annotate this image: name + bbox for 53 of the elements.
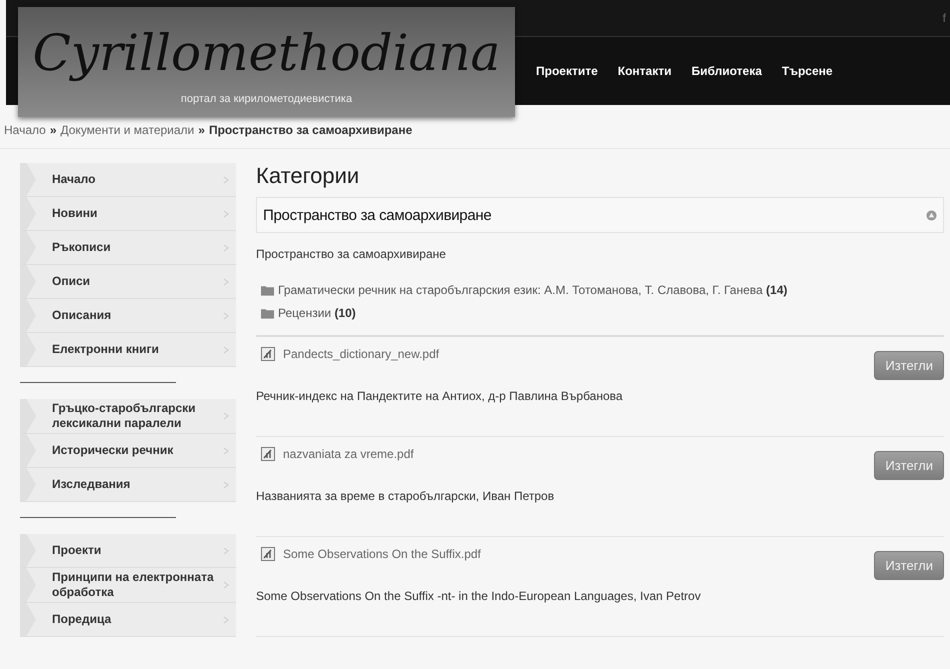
nav-link[interactable]: Библиотека xyxy=(692,64,762,78)
folder-icon xyxy=(261,307,274,319)
collapse-icon[interactable] xyxy=(926,210,937,220)
folder-icon xyxy=(261,284,274,296)
sidebar-item[interactable]: Принципи на електронната обработка xyxy=(20,568,236,603)
chevron-icon xyxy=(222,614,230,624)
sidebar-item[interactable]: Ръкописи xyxy=(20,231,236,265)
logo-title: Cyrillomethodiana xyxy=(32,23,500,83)
chevron-icon xyxy=(222,411,230,421)
category-title: Пространство за самоархивиране xyxy=(263,206,492,224)
document-description: Речник-индекс на Пандектите на Антиох, д-р Павлина Върбанова xyxy=(256,389,624,403)
sidebar-item[interactable]: Проекти xyxy=(20,534,236,568)
breadcrumb-separator: » xyxy=(50,123,56,137)
chevron-icon xyxy=(222,344,230,354)
document-icon xyxy=(261,347,275,361)
logo-banner[interactable]: Cyrillomethodiana портал за кирилометодиевистика xyxy=(18,7,515,117)
document-description: Названията за време в старобългарски, Иван Петров xyxy=(256,489,556,503)
chevron-icon xyxy=(222,242,230,252)
breadcrumb-separator: » xyxy=(198,123,205,137)
sidebar-item[interactable]: Гръцко-старобългарски лексикални паралели xyxy=(20,399,236,434)
nav-link[interactable]: Проектите xyxy=(536,64,598,78)
sidebar-item[interactable]: Начало xyxy=(20,163,236,197)
file-name: nazvaniata za vreme.pdf xyxy=(283,447,415,461)
chevron-icon xyxy=(222,480,230,490)
chevron-icon xyxy=(222,276,230,286)
chevron-icon xyxy=(222,446,230,456)
chevron-icon xyxy=(222,208,230,218)
subcategory-link[interactable]: Рецензии (10) xyxy=(278,306,356,320)
subcategory-link[interactable]: Граматически речник на старобългарския език: А.М. Тотоманова, Т. Славова, Г. Ганева (14) xyxy=(278,283,788,297)
sidebar-item[interactable]: Поредица xyxy=(20,603,236,637)
breadcrumb-current: Пространство за самоархивиране xyxy=(208,123,412,137)
logo-subtitle: портал за кирилометодиевистика xyxy=(180,93,352,105)
nav-link[interactable]: Контакти xyxy=(618,64,672,78)
sidebar-item[interactable]: Изследвания xyxy=(20,468,236,502)
file-name: Pandects_dictionary_new.pdf xyxy=(283,347,440,361)
sidebar-item[interactable]: Исторически речник xyxy=(20,434,236,468)
document-icon xyxy=(261,547,275,561)
breadcrumb-link[interactable]: Документи и материали xyxy=(60,123,194,137)
chevron-icon xyxy=(222,580,230,590)
chevron-icon xyxy=(222,546,230,556)
chevron-icon xyxy=(222,310,230,320)
file-name: Some Observations On the Suffix.pdf xyxy=(283,547,482,561)
nav-link[interactable]: Търсене xyxy=(782,64,833,78)
page-heading: Категории xyxy=(256,163,360,189)
sidebar-item[interactable]: Новини xyxy=(20,197,236,231)
sidebar-item[interactable]: Електронни книги xyxy=(20,333,236,367)
category-description: Пространство за самоархивиране xyxy=(256,247,447,261)
sidebar-item[interactable]: Описания xyxy=(20,299,236,333)
breadcrumb-link[interactable]: Начало xyxy=(4,123,46,137)
document-icon xyxy=(261,447,275,461)
chevron-icon xyxy=(222,174,230,184)
document-description: Some Observations On the Suffix -nt- in the Indo-European Languages, Ivan Petrov xyxy=(256,589,702,603)
sidebar-item[interactable]: Описи xyxy=(20,265,236,299)
